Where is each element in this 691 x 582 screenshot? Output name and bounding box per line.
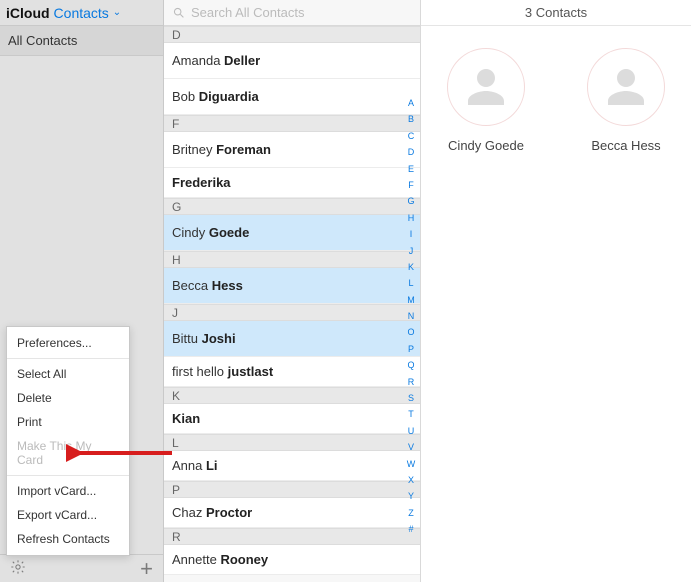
sidebar-item-all-contacts[interactable]: All Contacts bbox=[0, 26, 163, 56]
section-header: H bbox=[164, 251, 420, 268]
contact-row[interactable]: first hello justlast bbox=[164, 357, 420, 387]
alpha-index-letter[interactable]: J bbox=[406, 244, 416, 258]
gear-icon[interactable] bbox=[10, 559, 26, 578]
sidebar: iCloud Contacts ⌄ All Contacts + Prefere… bbox=[0, 0, 164, 582]
alpha-index-letter[interactable]: Y bbox=[406, 489, 416, 503]
contact-row[interactable]: Annette Rooney bbox=[164, 545, 420, 575]
contact-row[interactable]: Anna Li bbox=[164, 451, 420, 481]
section-header: L bbox=[164, 434, 420, 451]
settings-menu: Preferences... Select AllDeletePrintMake … bbox=[6, 326, 130, 556]
menu-separator bbox=[7, 475, 129, 476]
section-header: J bbox=[164, 304, 420, 321]
selected-cards: Cindy Goede Becca Hess bbox=[421, 26, 691, 153]
contact-card[interactable]: Becca Hess bbox=[571, 48, 681, 153]
card-name: Cindy Goede bbox=[448, 138, 524, 153]
alpha-index[interactable]: ABCDEFGHIJKLMNOPQRSTUVWXYZ # bbox=[406, 96, 416, 537]
section-header: P bbox=[164, 481, 420, 498]
sidebar-footer: + bbox=[0, 554, 163, 582]
alpha-index-letter[interactable]: G bbox=[406, 194, 416, 208]
alpha-index-letter[interactable]: A bbox=[406, 96, 416, 110]
alpha-index-letter[interactable]: R bbox=[406, 375, 416, 389]
menu-item[interactable]: Delete bbox=[7, 386, 129, 410]
contact-list-column: Search All Contacts DAmanda DellerBob Di… bbox=[164, 0, 421, 582]
alpha-index-letter[interactable]: Z bbox=[406, 506, 416, 520]
alpha-index-letter[interactable]: X bbox=[406, 473, 416, 487]
section-dropdown[interactable]: Contacts bbox=[54, 5, 109, 21]
alpha-index-letter[interactable]: Q bbox=[406, 358, 416, 372]
alpha-index-letter[interactable]: I bbox=[406, 227, 416, 241]
alpha-index-letter[interactable]: F bbox=[406, 178, 416, 192]
plus-icon[interactable]: + bbox=[140, 558, 153, 580]
alpha-index-letter[interactable]: K bbox=[406, 260, 416, 274]
section-header: R bbox=[164, 528, 420, 545]
section-header: D bbox=[164, 26, 420, 43]
alpha-index-letter[interactable]: W bbox=[406, 457, 416, 471]
menu-item: Make This My Card bbox=[7, 434, 129, 472]
menu-item[interactable]: Select All bbox=[7, 362, 129, 386]
search-icon bbox=[172, 6, 185, 19]
menu-separator bbox=[7, 358, 129, 359]
alpha-index-letter[interactable]: V bbox=[406, 440, 416, 454]
detail-pane: 3 Contacts Cindy Goede Becca Hess bbox=[421, 0, 691, 582]
menu-item[interactable]: Refresh Contacts bbox=[7, 527, 129, 551]
menu-item[interactable]: Import vCard... bbox=[7, 479, 129, 503]
alpha-index-letter[interactable]: N bbox=[406, 309, 416, 323]
contact-list[interactable]: DAmanda DellerBob DiguardiaFBritney Fore… bbox=[164, 26, 420, 582]
selection-count: 3 Contacts bbox=[421, 0, 691, 26]
menu-item[interactable]: Print bbox=[7, 410, 129, 434]
contact-row[interactable]: Frederika bbox=[164, 168, 420, 198]
card-name: Becca Hess bbox=[591, 138, 660, 153]
menu-item[interactable]: Export vCard... bbox=[7, 503, 129, 527]
contact-row[interactable]: Chaz Proctor bbox=[164, 498, 420, 528]
contact-card[interactable]: Cindy Goede bbox=[431, 48, 541, 153]
search-placeholder: Search All Contacts bbox=[191, 5, 304, 20]
alpha-index-letter[interactable]: D bbox=[406, 145, 416, 159]
section-header: K bbox=[164, 387, 420, 404]
app-header: iCloud Contacts ⌄ bbox=[0, 0, 163, 26]
section-header: G bbox=[164, 198, 420, 215]
avatar bbox=[447, 48, 525, 126]
avatar bbox=[587, 48, 665, 126]
menu-item[interactable]: Preferences... bbox=[7, 331, 129, 355]
contact-row[interactable]: Bob Diguardia bbox=[164, 79, 420, 115]
contact-list-body: DAmanda DellerBob DiguardiaFBritney Fore… bbox=[164, 26, 420, 582]
alpha-index-letter[interactable]: T bbox=[406, 407, 416, 421]
brand-label: iCloud bbox=[6, 5, 50, 21]
contact-row[interactable]: Britney Foreman bbox=[164, 132, 420, 168]
chevron-down-icon[interactable]: ⌄ bbox=[113, 7, 121, 18]
alpha-index-letter[interactable]: M bbox=[406, 293, 416, 307]
contact-row[interactable]: Cindy Goede bbox=[164, 215, 420, 251]
alpha-index-letter[interactable]: C bbox=[406, 129, 416, 143]
contact-row[interactable]: Kian bbox=[164, 404, 420, 434]
alpha-index-letter[interactable]: B bbox=[406, 112, 416, 126]
contact-row[interactable]: Amanda Deller bbox=[164, 43, 420, 79]
section-header: F bbox=[164, 115, 420, 132]
contact-row[interactable]: Bittu Joshi bbox=[164, 321, 420, 357]
alpha-index-letter[interactable]: L bbox=[406, 276, 416, 290]
alpha-index-letter[interactable]: P bbox=[406, 342, 416, 356]
alpha-index-letter[interactable]: H bbox=[406, 211, 416, 225]
contact-row[interactable]: Becca Hess bbox=[164, 268, 420, 304]
alpha-index-letter[interactable]: U bbox=[406, 424, 416, 438]
alpha-index-letter[interactable]: O bbox=[406, 325, 416, 339]
search-input[interactable]: Search All Contacts bbox=[164, 0, 420, 26]
alpha-index-letter[interactable]: # bbox=[406, 522, 416, 536]
alpha-index-letter[interactable]: S bbox=[406, 391, 416, 405]
alpha-index-letter[interactable]: E bbox=[406, 162, 416, 176]
